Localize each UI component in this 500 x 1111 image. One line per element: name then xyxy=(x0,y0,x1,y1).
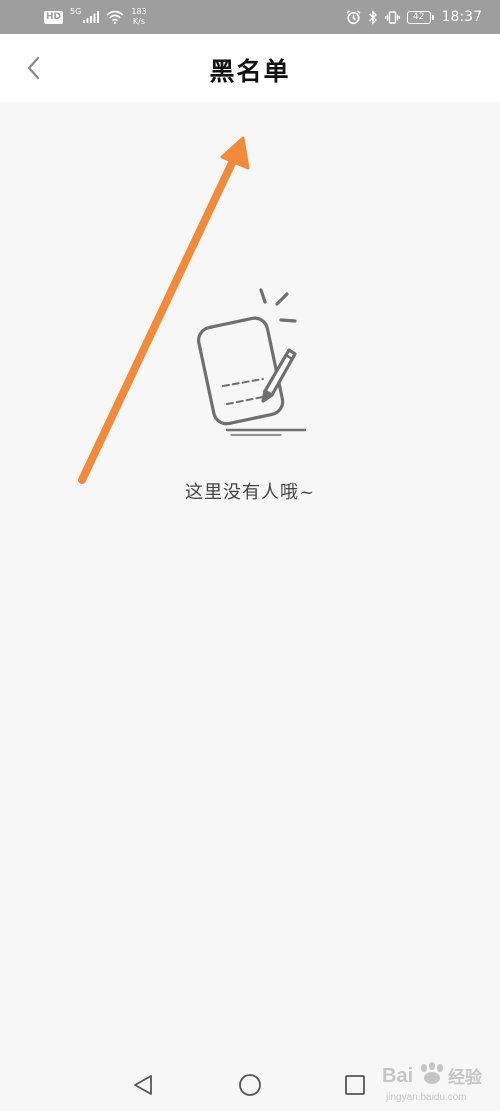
hd-icon: HD xyxy=(44,10,64,24)
svg-text:经验: 经验 xyxy=(448,1067,483,1088)
bluetooth-icon xyxy=(368,9,377,25)
nav-recents-button[interactable] xyxy=(340,1070,370,1100)
wifi-icon xyxy=(106,10,124,24)
network-speed: 183 K/s xyxy=(131,7,146,27)
nav-home-button[interactable] xyxy=(235,1070,265,1100)
page-title: 黑名单 xyxy=(209,57,291,86)
status-clock: 18:37 xyxy=(441,9,482,25)
signal-icon xyxy=(83,11,100,23)
baidu-jingyan-watermark: Bai 经验 jingyan.baidu.com xyxy=(382,1062,483,1103)
vibrate-icon xyxy=(384,10,400,24)
back-triangle-icon xyxy=(134,1075,152,1095)
alarm-icon xyxy=(346,9,361,24)
home-circle-icon xyxy=(239,1074,261,1096)
status-bar: HD 5G 183 K/s 42 18:37 xyxy=(0,0,500,34)
svg-text:Bai: Bai xyxy=(382,1065,413,1087)
empty-state-caption: 这里没有人哦~ xyxy=(184,482,316,503)
annotation-arrow-head xyxy=(220,136,250,170)
network-speed-unit: K/s xyxy=(132,17,145,26)
nav-back-button[interactable] xyxy=(128,1070,158,1100)
battery-icon: 42 xyxy=(406,10,434,24)
app-header: 黑名单 xyxy=(0,34,500,102)
status-bar-right: 42 18:37 xyxy=(346,0,482,34)
svg-text:jingyan.baidu.com: jingyan.baidu.com xyxy=(385,1092,467,1103)
empty-note-pen-icon xyxy=(197,288,307,436)
status-bar-left: HD 5G 183 K/s xyxy=(44,0,147,34)
recents-square-icon xyxy=(345,1075,365,1095)
network-speed-value: 183 xyxy=(131,7,147,16)
network-type-label: 5G xyxy=(70,7,82,16)
